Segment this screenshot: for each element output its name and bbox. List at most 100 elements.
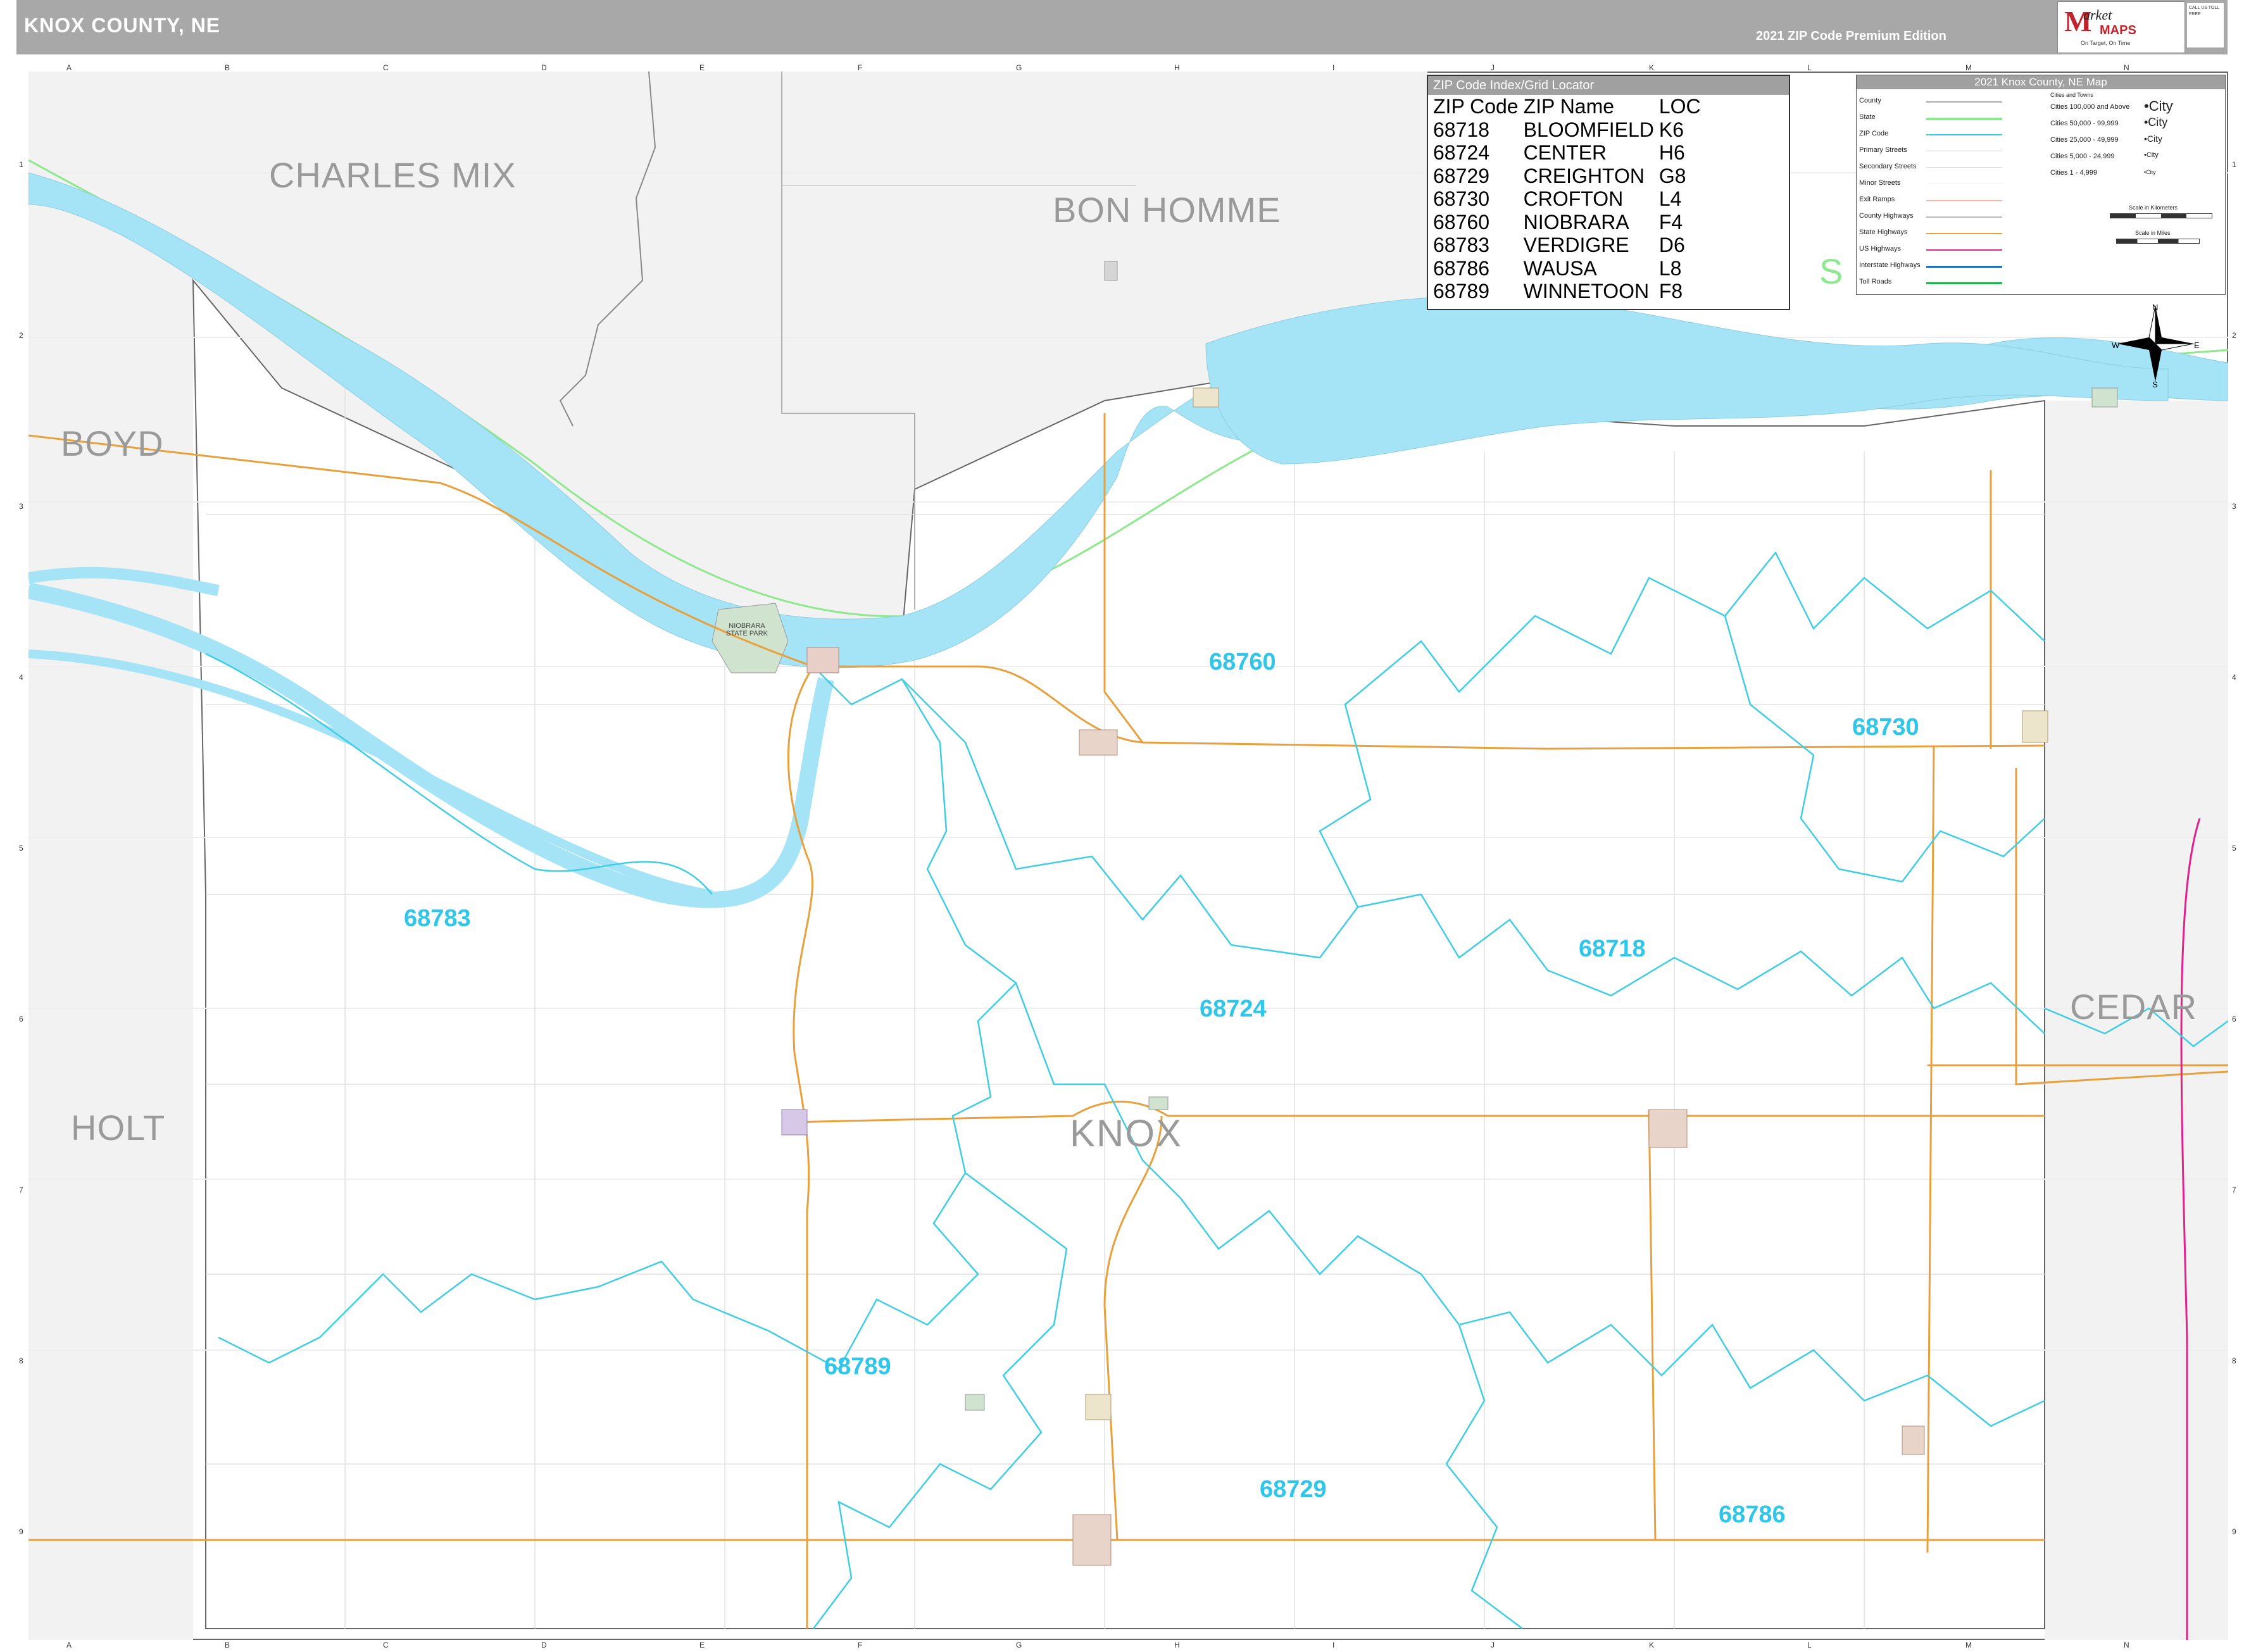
grid-row: 2 (19, 331, 23, 340)
grid-col: L (1807, 1641, 1812, 1649)
grid-col: H (1174, 1641, 1180, 1649)
legend-line-state-hwy (1926, 233, 2002, 234)
grid-col: J (1491, 1641, 1495, 1649)
grid-row: 6 (2232, 1015, 2236, 1023)
grid-row: 4 (2232, 673, 2236, 682)
legend-item: State (1859, 113, 1876, 121)
legend-item: ZIP Code (1859, 130, 1889, 137)
grid-row: 8 (19, 1356, 23, 1365)
zip-cell: 68724 (1433, 141, 1489, 164)
town-sd (1104, 261, 1118, 281)
zip-name-cell: WINNETOON (1523, 280, 1650, 303)
legend-city-sample: •City (2144, 169, 2156, 175)
town-santee (1193, 387, 1219, 408)
legend-city-item: Cities 25,000 - 49,999 (2050, 136, 2119, 144)
legend-line-us-hwy (1926, 249, 2002, 251)
legend-item: State Highways (1859, 228, 1908, 236)
legend-line-interstate (1926, 266, 2002, 268)
header-bar: KNOX COUNTY, NE 2021 ZIP Code Premium Ed… (16, 0, 2228, 54)
grid-col: J (1491, 63, 1495, 72)
legend-item: Exit Ramps (1859, 196, 1895, 203)
grid-col: A (66, 63, 72, 72)
compass-e: E (2194, 341, 2200, 350)
map-legend: 2021 Knox County, NE Map County State ZI… (1856, 75, 2226, 295)
zip-loc-cell: D6 (1658, 234, 1685, 256)
grid-col: N (2124, 63, 2129, 72)
compass-s: S (2152, 380, 2158, 389)
legend-cities-heading: Cities and Towns (2050, 92, 2093, 98)
zip-name-cell: CREIGHTON (1523, 164, 1645, 187)
grid-col: N (2124, 1641, 2129, 1649)
legend-scale-mi: Scale in Miles (2135, 230, 2171, 236)
legend-city-item: Cities 1 - 4,999 (2050, 169, 2097, 177)
legend-line-secondary (1926, 167, 2002, 168)
grid-col: M (1965, 63, 1972, 72)
zip-loc-cell: L8 (1658, 256, 1682, 280)
zip-cell: 68760 (1433, 210, 1489, 234)
grid-col: B (225, 63, 230, 72)
zip-cell: 68789 (1433, 280, 1489, 303)
zip-loc-cell: L4 (1658, 187, 1682, 210)
grid-col: M (1965, 1641, 1972, 1649)
county-map[interactable] (28, 72, 2228, 1640)
legend-city-sample: •City (2144, 116, 2168, 128)
county-label-holt: HOLT (71, 1108, 166, 1148)
legend-line-ramps (1926, 200, 2002, 201)
zip-cell: 68786 (1433, 256, 1489, 280)
zip-name-cell: CENTER (1523, 141, 1607, 164)
grid-row: 2 (2232, 331, 2236, 340)
town-springfield (2091, 387, 2118, 408)
logo-contact: CALL US TOLL FREE (2186, 3, 2224, 48)
logo-market: arket (2083, 7, 2112, 23)
zip-index-table: ZIP Code ZIP Name LOC 68718 BLOOMFIELD K6 … (1431, 95, 1703, 303)
town-lake (1079, 729, 1118, 756)
zip-cell: 68729 (1433, 164, 1489, 187)
legend-item: Interstate Highways (1859, 261, 1921, 269)
grid-row: 7 (19, 1186, 23, 1194)
county-label-charles-mix: CHARLES MIX (269, 155, 517, 195)
grid-top: A B C D E F G H I J K L M N (28, 62, 2228, 75)
grid-row: 9 (19, 1527, 23, 1536)
legend-city-sample: •City (2144, 151, 2159, 159)
grid-row: 5 (2232, 844, 2236, 853)
zip-loc-cell: F4 (1658, 210, 1683, 234)
legend-item: Toll Roads (1859, 278, 1892, 285)
grid-col: D (541, 1641, 547, 1649)
grid-right: 1 2 3 4 5 6 7 8 9 (2229, 72, 2242, 1640)
scale-bar-km (2110, 213, 2212, 218)
grid-col: E (699, 63, 705, 72)
town-center (1148, 1096, 1169, 1110)
zip-label-68718: 68718 (1579, 936, 1646, 962)
town-wausa (1902, 1425, 1925, 1455)
zip-label-68789: 68789 (824, 1353, 891, 1380)
grid-col: F (858, 1641, 863, 1649)
grid-row: 5 (19, 844, 23, 853)
zip-name-cell: CROFTON (1523, 187, 1624, 210)
legend-item: County Highways (1859, 212, 1914, 220)
grid-col: E (699, 1641, 705, 1649)
legend-scale-km: Scale in Kilometers (2129, 204, 2178, 211)
logo-tagline: On Target, On Time (2081, 40, 2131, 46)
table-row: 68724 CENTER H6 (1431, 141, 1703, 165)
logo-maps: MAPS (2100, 23, 2136, 37)
zip-loc-cell: H6 (1658, 141, 1685, 164)
zip-label-68730: 68730 (1852, 714, 1919, 741)
grid-row: 9 (2232, 1527, 2236, 1536)
legend-item: Secondary Streets (1859, 163, 1917, 170)
zip-code-index: ZIP Code Index/Grid Locator ZIP Code ZIP… (1427, 75, 1790, 310)
grid-col: I (1332, 1641, 1335, 1649)
zip-cell: 68783 (1433, 234, 1489, 256)
town-bloomfield (1648, 1109, 1688, 1148)
grid-col: K (1649, 1641, 1655, 1649)
grid-bottom: A B C D E F G H I J K L M N (28, 1639, 2228, 1652)
grid-row: 4 (19, 673, 23, 682)
grid-row: 3 (19, 502, 23, 511)
zip-label-68783: 68783 (404, 905, 471, 932)
place-label-niobrara-state-park: NIOBRARA STATE PARK (725, 622, 768, 637)
grid-col: C (383, 1641, 389, 1649)
table-row: 68786 WAUSA L8 (1431, 257, 1703, 280)
zip-index-title: ZIP Code Index/Grid Locator (1428, 76, 1789, 95)
zip-cell: 68718 (1433, 118, 1489, 141)
zip-index-header-loc: LOC (1658, 95, 1701, 118)
zip-index-header-name: ZIP Name (1523, 95, 1615, 118)
